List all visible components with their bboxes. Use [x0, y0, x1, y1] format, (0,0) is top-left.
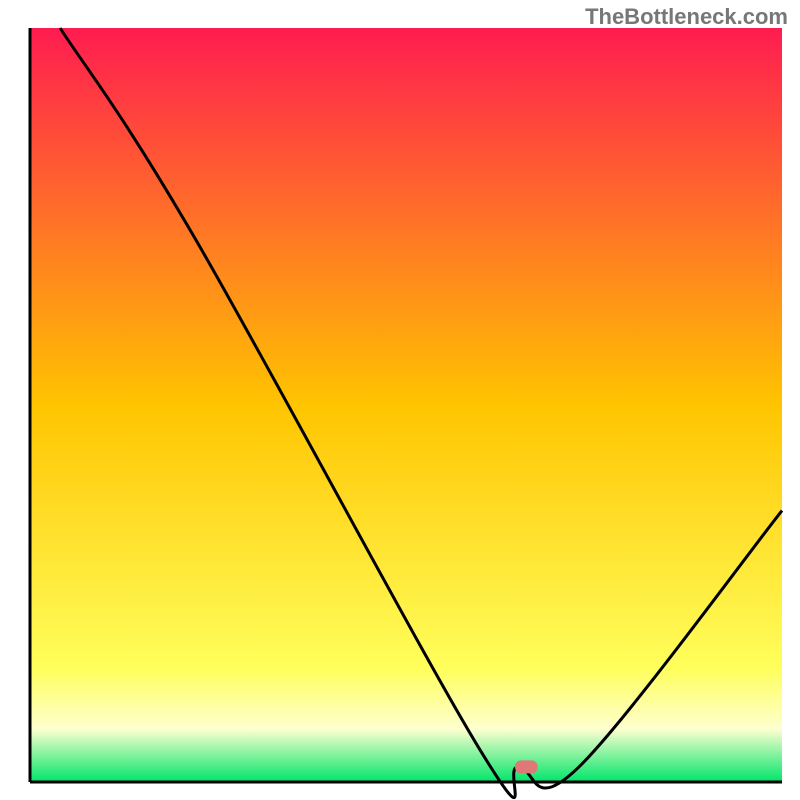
- bottleneck-chart: [0, 0, 800, 800]
- gradient-background: [30, 28, 782, 782]
- watermark: TheBottleneck.com: [585, 4, 788, 30]
- optimal-marker: [515, 760, 538, 773]
